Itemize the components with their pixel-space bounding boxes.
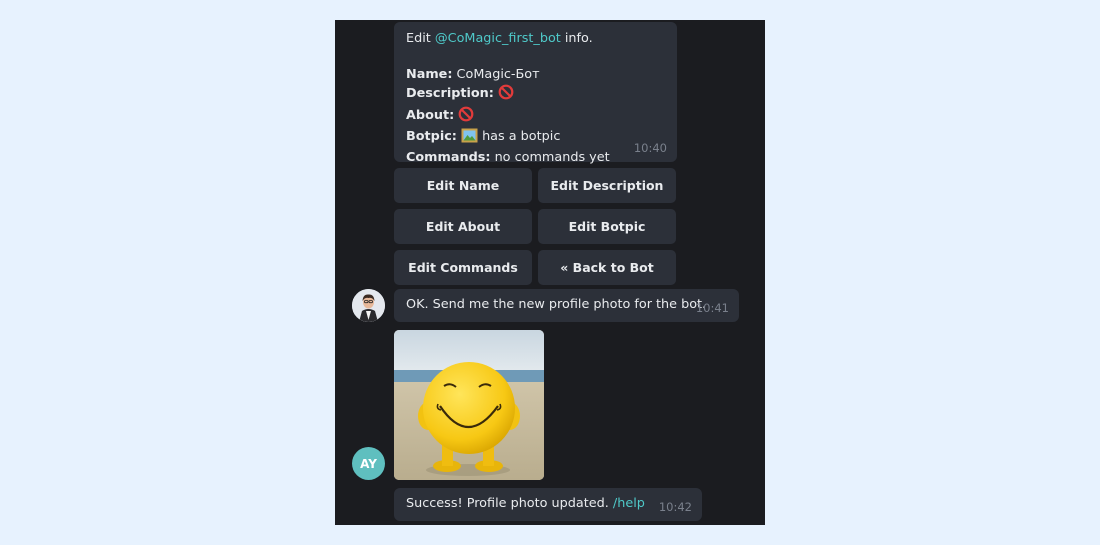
edit-description-button[interactable]: Edit Description xyxy=(538,168,676,203)
bot-info-message: Edit @CoMagic_first_bot info. Name: CoMa… xyxy=(394,22,677,165)
edit-botpic-button[interactable]: Edit Botpic xyxy=(538,209,676,244)
edit-commands-button[interactable]: Edit Commands xyxy=(394,250,532,285)
commands-value: no commands yet xyxy=(490,150,610,165)
message-time: 10:40 xyxy=(633,141,667,155)
name-value: CoMagic-Бот xyxy=(452,67,540,82)
back-to-bot-button[interactable]: « Back to Bot xyxy=(538,250,676,285)
sent-photo[interactable] xyxy=(394,330,544,480)
success-text: Success! Profile photo updated. xyxy=(406,496,613,511)
message-time: 10:41 xyxy=(695,301,729,315)
chat-window: Edit @CoMagic_first_bot info. Name: CoMa… xyxy=(335,20,765,525)
bot-reply-text: OK. Send me the new profile photo for th… xyxy=(406,297,707,312)
edit-name-button[interactable]: Edit Name xyxy=(394,168,532,203)
botpic-label: Botpic: xyxy=(406,129,457,144)
bot-reply-message: OK. Send me the new profile photo for th… xyxy=(394,289,739,322)
user-avatar[interactable]: AY xyxy=(352,447,385,480)
info-description-line: Description: xyxy=(406,84,677,106)
info-name-line: Name: CoMagic-Бот xyxy=(406,66,677,84)
edit-about-button[interactable]: Edit About xyxy=(394,209,532,244)
name-label: Name: xyxy=(406,67,453,82)
description-label: Description: xyxy=(406,86,494,101)
bot-username-link[interactable]: @CoMagic_first_bot xyxy=(435,31,561,46)
prohibited-icon xyxy=(498,84,514,106)
success-message: Success! Profile photo updated. /help 10… xyxy=(394,488,702,521)
info-about-line: About: xyxy=(406,106,677,128)
bot-avatar[interactable] xyxy=(352,289,385,322)
prohibited-icon xyxy=(458,106,474,128)
commands-label: Commands: xyxy=(406,150,491,165)
botpic-value: has a botpic xyxy=(478,129,561,144)
info-prefix: Edit xyxy=(406,31,435,46)
message-time: 10:42 xyxy=(658,500,692,514)
about-label: About: xyxy=(406,108,455,123)
framed-picture-icon xyxy=(461,128,478,149)
info-header: Edit @CoMagic_first_bot info. xyxy=(406,30,677,48)
info-suffix: info. xyxy=(560,31,593,46)
help-command-link[interactable]: /help xyxy=(613,496,645,511)
